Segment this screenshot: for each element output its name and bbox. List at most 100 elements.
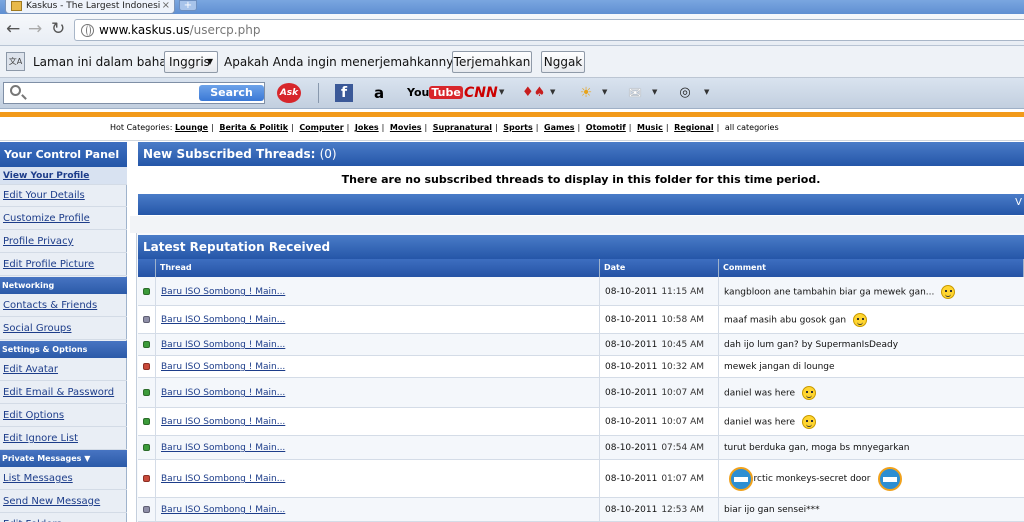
category-link[interactable]: Lounge — [175, 123, 208, 132]
tab-strip: Kaskus - The Largest Indonesi × + — [0, 0, 1024, 14]
reputation-status-icon — [143, 288, 150, 295]
date-cell: 08-10-2011 10:32 AM — [600, 356, 719, 377]
comment-text: maaf masih abu gosok gan — [724, 315, 847, 326]
thread-cell: Baru ISO Sombong ! Main... — [156, 306, 600, 333]
reputation-status-icon — [143, 475, 150, 482]
thread-link[interactable]: Baru ISO Sombong ! Main... — [161, 315, 285, 325]
grin-smiley-icon — [941, 285, 956, 299]
category-link[interactable]: Movies — [390, 123, 422, 132]
sidebar-section-private-messages[interactable]: Private Messages ▼ — [0, 450, 127, 467]
mail-icon[interactable]: ✉ — [624, 84, 646, 102]
reputation-status-icon — [143, 418, 150, 425]
column-header-status — [138, 259, 156, 277]
translate-button[interactable]: Terjemahkan — [452, 51, 532, 73]
translate-question: Apakah Anda ingin menerjemahkannya? — [224, 55, 468, 69]
toolbar-search-input[interactable]: Search — [3, 82, 265, 104]
chevron-down-icon[interactable]: ▼ — [602, 88, 607, 96]
sidebar-item-edit-details[interactable]: Edit Your Details — [0, 185, 127, 207]
youtube-icon[interactable]: You Tube — [407, 84, 463, 102]
no-translate-button[interactable]: Nggak — [541, 51, 585, 73]
category-link[interactable]: Berita & Politik — [219, 123, 288, 132]
thread-cell: Baru ISO Sombong ! Main... — [156, 334, 600, 355]
column-header-thread[interactable]: Thread — [156, 259, 600, 277]
chevron-down-icon[interactable]: ▼ — [499, 88, 504, 96]
ask-toolbar: Search Ask f a You Tube CNN ▼ ♦♠ ▼ ☀ ▼ ✉ … — [0, 78, 1024, 109]
date-text: 08-10-2011 — [605, 388, 658, 398]
sidebar-item-send-new-message[interactable]: Send New Message — [0, 491, 127, 513]
date-text: 08-10-2011 — [605, 417, 658, 427]
sidebar-item-profile-privacy[interactable]: Profile Privacy — [0, 231, 127, 253]
all-categories-link[interactable]: all categories — [725, 123, 779, 132]
subscribed-empty-message: There are no subscribed threads to displ… — [138, 166, 1024, 194]
subscribed-threads-header: New Subscribed Threads: (0) — [138, 142, 1024, 166]
sidebar-item-edit-email-password[interactable]: Edit Email & Password — [0, 382, 127, 404]
sidebar-item-list-messages[interactable]: List Messages — [0, 468, 127, 490]
thread-cell: Baru ISO Sombong ! Main... — [156, 498, 600, 521]
cnn-icon[interactable]: CNN — [464, 84, 498, 102]
radar-icon[interactable]: ◎ — [672, 84, 698, 102]
url-text: www.kaskus.us/usercp.php — [99, 23, 261, 37]
table-row: Baru ISO Sombong ! Main... 08-10-2011 10:4… — [138, 334, 1024, 356]
column-header-comment[interactable]: Comment — [719, 259, 1024, 277]
control-panel-title: Your Control Panel — [0, 142, 127, 167]
chevron-down-icon[interactable]: ▼ — [550, 88, 555, 96]
column-header-date[interactable]: Date — [600, 259, 719, 277]
chevron-down-icon[interactable]: ▼ — [652, 88, 657, 96]
tab-title: Kaskus - The Largest Indonesi — [26, 1, 161, 11]
sidebar-item-contacts-friends[interactable]: Contacts & Friends — [0, 295, 127, 317]
panel-gap — [130, 216, 1024, 233]
reload-icon[interactable]: ↻ — [51, 20, 65, 38]
globe-icon — [81, 24, 94, 37]
sidebar-item-view-profile[interactable]: View Your Profile — [0, 167, 127, 185]
table-row: Baru ISO Sombong ! Main... 08-10-2011 10:5… — [138, 306, 1024, 334]
comment-cell: biar ijo gan sensei*** — [719, 498, 1024, 521]
category-link[interactable]: Regional — [674, 123, 713, 132]
sidebar-item-edit-options[interactable]: Edit Options — [0, 405, 127, 427]
sidebar-item-edit-profile-picture[interactable]: Edit Profile Picture — [0, 254, 127, 276]
reputation-status-icon — [143, 316, 150, 323]
thread-link[interactable]: Baru ISO Sombong ! Main... — [161, 443, 285, 453]
sad-smiley-icon — [853, 313, 868, 327]
language-select[interactable]: Inggris ▼ — [164, 51, 218, 73]
thread-link[interactable]: Baru ISO Sombong ! Main... — [161, 505, 285, 515]
back-arrow-icon[interactable]: ← — [6, 20, 20, 38]
weather-icon[interactable]: ☀ — [576, 84, 596, 102]
new-tab-button[interactable]: + — [179, 0, 197, 11]
address-bar[interactable]: www.kaskus.us/usercp.php — [74, 19, 1024, 41]
category-link[interactable]: Computer — [299, 123, 343, 132]
thread-link[interactable]: Baru ISO Sombong ! Main... — [161, 417, 285, 427]
category-link[interactable]: Jokes — [355, 123, 379, 132]
category-link[interactable]: Music — [637, 123, 663, 132]
sidebar-item-edit-ignore-list[interactable]: Edit Ignore List — [0, 428, 127, 450]
tab-close-icon[interactable]: × — [162, 0, 170, 12]
amazon-icon[interactable]: a — [370, 84, 388, 102]
sidebar-section-networking: Networking — [0, 277, 127, 294]
thread-link[interactable]: Baru ISO Sombong ! Main... — [161, 287, 285, 297]
reputation-status-icon — [143, 389, 150, 396]
forward-arrow-icon[interactable]: → — [28, 20, 42, 38]
sidebar-item-social-groups[interactable]: Social Groups — [0, 318, 127, 340]
comment-text: mewek jangan di lounge — [724, 362, 835, 372]
row-status-cell — [138, 498, 156, 521]
facebook-icon[interactable]: f — [335, 84, 353, 102]
translate-bar: 文A Laman ini dalam bahasa Inggris ▼ Apak… — [0, 46, 1024, 78]
thread-link[interactable]: Baru ISO Sombong ! Main... — [161, 474, 285, 484]
category-link[interactable]: Sports — [503, 123, 533, 132]
thread-link[interactable]: Baru ISO Sombong ! Main... — [161, 362, 285, 372]
thread-link[interactable]: Baru ISO Sombong ! Main... — [161, 340, 285, 350]
category-link[interactable]: Otomotif — [586, 123, 626, 132]
date-cell: 08-10-2011 10:07 AM — [600, 408, 719, 435]
toolbar-search-button[interactable]: Search — [199, 85, 264, 101]
sidebar-item-edit-folders[interactable]: Edit Folders — [0, 514, 127, 522]
cards-game-icon[interactable]: ♦♠ — [522, 84, 545, 102]
ask-logo-icon[interactable]: Ask — [277, 83, 301, 103]
comment-text: kangbloon ane tambahin biar ga mewek gan… — [724, 287, 935, 298]
category-link[interactable]: Supranatural — [433, 123, 492, 132]
browser-tab[interactable]: Kaskus - The Largest Indonesi × — [5, 0, 175, 14]
thread-link[interactable]: Baru ISO Sombong ! Main... — [161, 388, 285, 398]
chevron-down-icon[interactable]: ▼ — [704, 88, 709, 96]
time-text: 12:53 AM — [661, 505, 705, 515]
sidebar-item-customize-profile[interactable]: Customize Profile — [0, 208, 127, 230]
category-link[interactable]: Games — [544, 123, 575, 132]
sidebar-item-edit-avatar[interactable]: Edit Avatar — [0, 359, 127, 381]
